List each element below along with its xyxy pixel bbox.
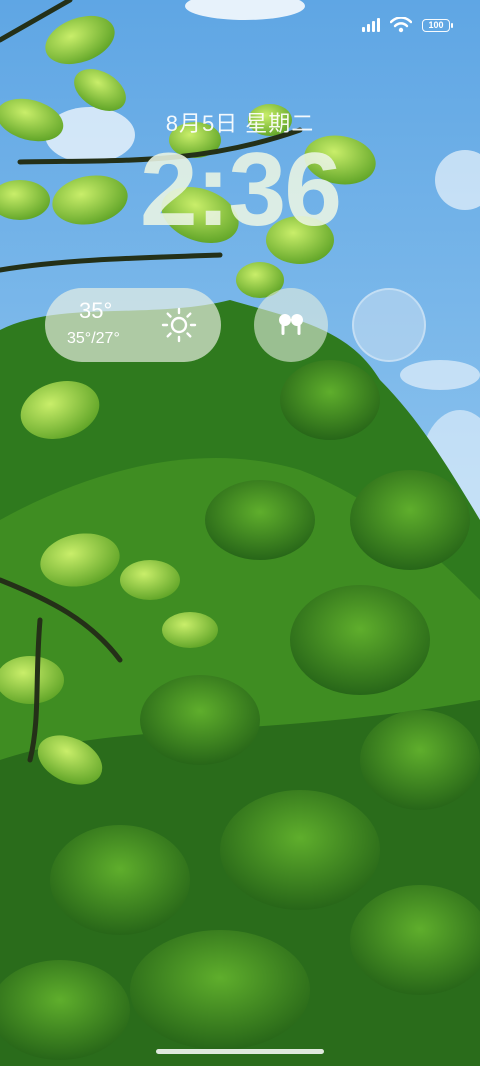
weather-range: 35°/27° (67, 330, 120, 347)
earbuds-icon (279, 314, 303, 335)
signal-icon (362, 18, 380, 32)
status-bar: 100 (362, 14, 453, 36)
earbuds-widget[interactable] (254, 288, 328, 362)
lockscreen-time: 2:36 (139, 132, 342, 248)
sun-icon (161, 307, 197, 343)
home-indicator[interactable] (156, 1049, 324, 1054)
weather-widget[interactable]: 35° 35°/27° (45, 288, 221, 362)
weather-temperature: 35° (79, 298, 113, 323)
battery-level: 100 (428, 19, 444, 30)
battery-icon: 100 (422, 18, 453, 32)
empty-widget[interactable] (352, 288, 426, 362)
wifi-icon (390, 17, 412, 33)
